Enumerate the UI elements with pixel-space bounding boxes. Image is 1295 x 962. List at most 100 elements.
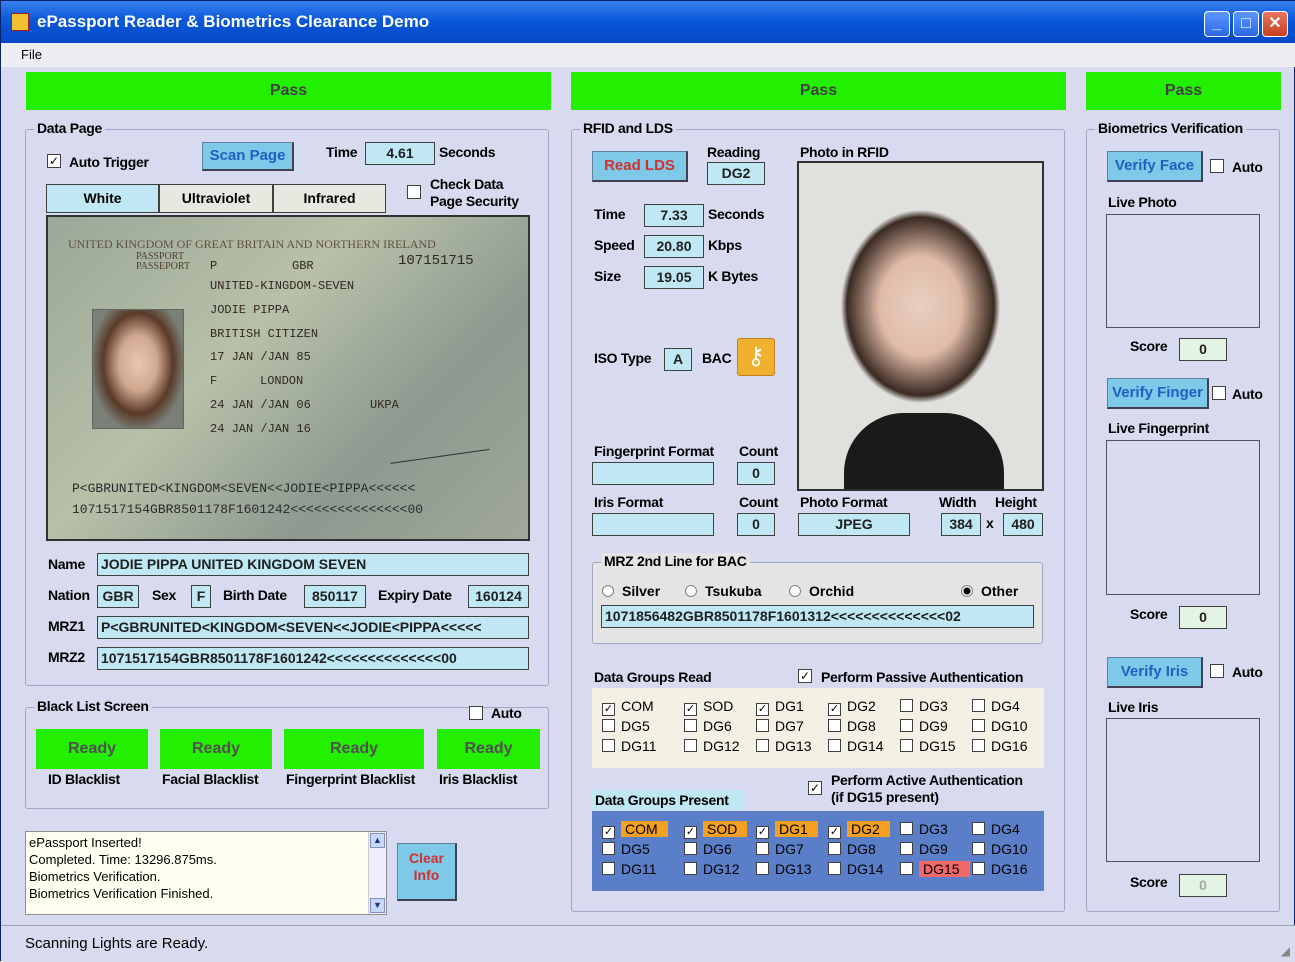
- active-auth-checkbox[interactable]: ✓: [808, 781, 822, 795]
- dg-checkbox-dg5[interactable]: DG5: [602, 718, 650, 734]
- auto-trigger-checkbox[interactable]: ✓: [47, 154, 61, 168]
- tab-infrared[interactable]: Infrared: [273, 184, 386, 213]
- dg-checkbox-dg3[interactable]: DG3: [900, 698, 948, 714]
- close-icon[interactable]: ✕: [1262, 11, 1288, 37]
- height-value: 480: [1003, 513, 1043, 536]
- scroll-up-icon[interactable]: ▲: [370, 833, 385, 848]
- radio-icon: [602, 585, 614, 597]
- dg-checkbox-com[interactable]: ✓ COM: [602, 821, 668, 839]
- dg-checkbox-dg12[interactable]: DG12: [684, 738, 740, 754]
- dg-label: DG6: [703, 841, 732, 857]
- dg-checkbox-dg9[interactable]: DG9: [900, 841, 948, 857]
- radio-orchid[interactable]: Orchid: [789, 583, 854, 599]
- dg-checkbox-dg15[interactable]: DG15: [900, 738, 956, 754]
- tab-ultraviolet[interactable]: Ultraviolet: [159, 184, 273, 213]
- dg-checkbox-dg10[interactable]: DG10: [972, 718, 1028, 734]
- radio-silver-label: Silver: [622, 583, 661, 599]
- title-bar: ePassport Reader & Biometrics Clearance …: [1, 1, 1295, 43]
- dg-checkbox-dg5[interactable]: DG5: [602, 841, 650, 857]
- finger-auto-checkbox[interactable]: [1212, 386, 1226, 400]
- dg-checkbox-dg13[interactable]: DG13: [756, 738, 812, 754]
- verify-iris-button[interactable]: Verify Iris: [1107, 657, 1203, 688]
- scan-page-button[interactable]: Scan Page: [202, 142, 294, 171]
- dg-checkbox-dg2[interactable]: ✓ DG2: [828, 821, 890, 839]
- dg-checkbox-dg15[interactable]: DG15: [900, 861, 970, 877]
- checkbox-icon: [828, 719, 841, 732]
- dg-checkbox-dg4[interactable]: DG4: [972, 698, 1020, 714]
- dg-label: DG2: [847, 821, 890, 837]
- biometrics-group-label: Biometrics Verification: [1095, 120, 1246, 136]
- dg-checkbox-dg14[interactable]: DG14: [828, 738, 884, 754]
- passive-auth-checkbox[interactable]: ✓: [798, 669, 812, 683]
- dg-checkbox-dg8[interactable]: DG8: [828, 841, 876, 857]
- dg-checkbox-dg2[interactable]: ✓ DG2: [828, 698, 876, 716]
- iris-format-value: [592, 513, 714, 536]
- dg-checkbox-dg7[interactable]: DG7: [756, 841, 804, 857]
- dg-label: DG9: [919, 841, 948, 857]
- iris-auto-checkbox[interactable]: [1210, 664, 1224, 678]
- maximize-icon[interactable]: □: [1233, 11, 1259, 37]
- mrz-bac-group: MRZ 2nd Line for BAC: [592, 553, 1043, 644]
- checkbox-icon: [972, 739, 985, 752]
- face-auto-checkbox[interactable]: [1210, 159, 1224, 173]
- dg-checkbox-dg11[interactable]: DG11: [602, 738, 657, 754]
- check-page-security-checkbox[interactable]: [407, 185, 421, 199]
- dg-checkbox-dg4[interactable]: DG4: [972, 821, 1020, 837]
- fingerprint-count-value: 0: [737, 462, 775, 485]
- scroll-down-icon[interactable]: ▼: [370, 898, 385, 913]
- biometrics-pass-banner: Pass: [1086, 72, 1281, 110]
- radio-other[interactable]: Other: [961, 583, 1018, 599]
- dg-checkbox-dg1[interactable]: ✓ DG1: [756, 698, 804, 716]
- dg-checkbox-sod[interactable]: ✓ SOD: [684, 698, 733, 716]
- dg-label: DG7: [775, 718, 804, 734]
- dg-label: DG1: [775, 821, 818, 837]
- dg-label: DG15: [919, 861, 970, 877]
- passport-signature: [386, 420, 490, 464]
- iris-format-label: Iris Format: [594, 494, 664, 510]
- sex-label: Sex: [152, 587, 177, 603]
- clear-info-label-1: Clear: [408, 850, 445, 866]
- blacklist-auto-checkbox[interactable]: [469, 706, 483, 720]
- dg-checkbox-dg6[interactable]: DG6: [684, 718, 732, 734]
- dg-checkbox-dg11[interactable]: DG11: [602, 861, 657, 877]
- verify-finger-button[interactable]: Verify Finger: [1107, 378, 1209, 409]
- dg-checkbox-dg3[interactable]: DG3: [900, 821, 948, 837]
- dg-checkbox-sod[interactable]: ✓ SOD: [684, 821, 748, 839]
- info-line: Biometrics Verification Finished.: [29, 886, 214, 901]
- dg-checkbox-dg14[interactable]: DG14: [828, 861, 884, 877]
- dg-checkbox-dg16[interactable]: DG16: [972, 861, 1028, 877]
- checkbox-icon: [972, 719, 985, 732]
- face-score-value: 0: [1179, 338, 1227, 361]
- dg-checkbox-dg6[interactable]: DG6: [684, 841, 732, 857]
- mrz-line-input[interactable]: 1071856482GBR8501178F1601312<<<<<<<<<<<<…: [601, 605, 1034, 628]
- mrz1-value: P<GBRUNITED<KINGDOM<SEVEN<<JODIE<PIPPA<<…: [97, 616, 529, 639]
- verify-face-button[interactable]: Verify Face: [1107, 151, 1203, 182]
- dg-checkbox-dg16[interactable]: DG16: [972, 738, 1028, 754]
- reading-value: DG2: [707, 162, 765, 185]
- dg-checkbox-dg9[interactable]: DG9: [900, 718, 948, 734]
- dg-checkbox-dg1[interactable]: ✓ DG1: [756, 821, 818, 839]
- key-icon[interactable]: ⚷: [737, 338, 775, 376]
- tab-white[interactable]: White: [46, 184, 159, 213]
- menu-file[interactable]: File: [21, 47, 42, 62]
- dg-checkbox-dg10[interactable]: DG10: [972, 841, 1028, 857]
- resize-grip-icon[interactable]: ◢: [1281, 944, 1290, 958]
- minimize-icon[interactable]: _: [1204, 11, 1230, 37]
- dg-checkbox-dg7[interactable]: DG7: [756, 718, 804, 734]
- window-title: ePassport Reader & Biometrics Clearance …: [37, 12, 430, 31]
- dg-label: DG1: [775, 698, 804, 714]
- info-scrollbar[interactable]: ▲ ▼: [368, 832, 386, 914]
- id-blacklist-label: ID Blacklist: [48, 771, 120, 787]
- dg-checkbox-dg13[interactable]: DG13: [756, 861, 812, 877]
- dg-checkbox-com[interactable]: ✓ COM: [602, 698, 654, 716]
- info-log[interactable]: ePassport Inserted! Completed. Time: 132…: [25, 831, 387, 915]
- radio-silver[interactable]: Silver: [602, 583, 660, 599]
- dg-label: DG11: [621, 738, 657, 754]
- read-lds-button[interactable]: Read LDS: [592, 151, 688, 182]
- clear-info-button[interactable]: Clear Info: [397, 843, 457, 901]
- dg-checkbox-dg8[interactable]: DG8: [828, 718, 876, 734]
- radio-tsukuba[interactable]: Tsukuba: [685, 583, 762, 599]
- mrz-bac-group-label: MRZ 2nd Line for BAC: [601, 553, 750, 569]
- passport-dob: 17 JAN /JAN 85: [210, 350, 311, 364]
- dg-checkbox-dg12[interactable]: DG12: [684, 861, 740, 877]
